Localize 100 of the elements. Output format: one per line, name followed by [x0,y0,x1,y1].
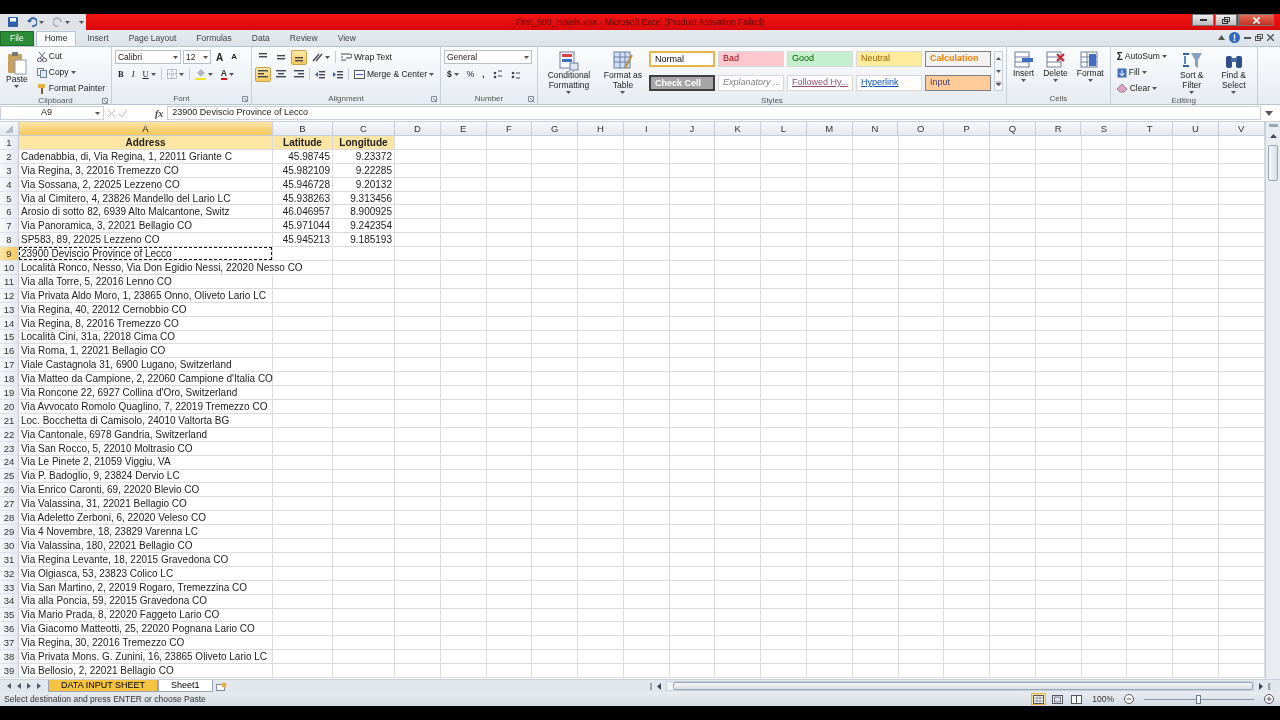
column-header[interactable]: O [898,122,945,136]
insert-function-button[interactable]: fx [155,105,164,121]
row-header[interactable]: 8 [0,233,19,248]
row-header[interactable]: 15 [0,330,19,345]
font-size-field[interactable]: 12 [182,50,211,64]
italic-button[interactable]: I [128,66,138,82]
cell-style-option[interactable]: Normal [648,51,715,67]
format-painter-button[interactable]: Format Painter [33,81,108,96]
undo-button[interactable] [24,14,47,30]
column-header[interactable]: F [486,122,533,136]
name-box[interactable]: A9 [0,106,104,120]
column-header[interactable]: D [395,122,441,136]
comma-button[interactable]: , [479,66,488,82]
bold-button[interactable]: B [114,66,127,82]
formula-field[interactable]: 23900 Deviscio Province of Lecco [167,106,1261,120]
column-header[interactable]: U [1173,122,1219,136]
scroll-left-button[interactable] [655,680,664,692]
column-header[interactable]: S [1081,122,1128,136]
column-header[interactable]: R [1035,122,1082,136]
scroll-right-button[interactable] [1257,680,1266,692]
ribbon-tab[interactable]: Home [35,31,77,46]
column-header[interactable]: A [19,122,273,136]
more-styles-button[interactable] [994,77,1002,90]
save-button[interactable] [5,14,21,30]
close-button[interactable] [1238,14,1274,26]
row-header[interactable]: 34 [0,594,19,609]
scroll-thumb[interactable] [673,682,1254,690]
autosum-button[interactable]: Σ AutoSum [1113,49,1170,64]
column-header[interactable]: V [1218,122,1265,136]
row-header[interactable]: 10 [0,261,19,275]
font-name-field[interactable]: Calibri [114,50,181,64]
grow-font-button[interactable]: A [212,49,227,65]
row-header[interactable]: 1 [0,136,19,150]
row-header[interactable]: 28 [0,511,19,525]
row-header[interactable]: 9 [0,247,19,261]
row-header[interactable]: 7 [0,219,19,234]
row-header[interactable]: 37 [0,636,19,650]
cell-style-option[interactable]: Hyperlink [855,74,922,91]
ribbon-tab[interactable]: File [0,31,34,46]
column-header[interactable]: I [623,122,670,136]
row-header[interactable]: 27 [0,497,19,512]
zoom-slider-thumb[interactable] [1196,694,1201,704]
column-header[interactable]: H [578,122,624,136]
row-header[interactable]: 36 [0,622,19,637]
row-header[interactable]: 17 [0,358,19,373]
column-header[interactable]: L [761,122,807,136]
cell-style-option[interactable]: Neutral [855,51,922,67]
number-format-field[interactable]: General [443,50,532,64]
zoom-out-button[interactable] [1122,693,1136,705]
row-header[interactable]: 6 [0,205,19,220]
format-as-table-button[interactable]: Format as Table [599,49,646,96]
zoom-level[interactable]: 100% [1092,692,1114,706]
left-align-button[interactable] [254,66,271,82]
column-header[interactable]: N [852,122,899,136]
column-header[interactable]: T [1127,122,1173,136]
percent-button[interactable]: % [463,66,478,82]
sort-filter-button[interactable]: Sort & Filter [1172,49,1211,96]
underline-button[interactable]: U [139,66,159,82]
delete-cells-button[interactable]: Delete [1040,49,1071,94]
clear-button[interactable]: Clear [1113,81,1170,96]
currency-button[interactable]: $ [443,66,462,82]
restore-button[interactable] [1215,14,1237,26]
ribbon-tab[interactable]: Page Layout [119,31,186,46]
ribbon-tab[interactable]: Data [242,31,279,46]
font-color-button[interactable]: A [217,66,237,82]
paste-button[interactable]: Paste [3,49,31,96]
zoom-in-button[interactable] [1262,693,1276,705]
minimize-button[interactable] [1192,14,1214,26]
merge-center-button[interactable]: Merge & Center [350,66,437,82]
ribbon-tab[interactable]: Review [280,31,327,46]
column-header[interactable]: M [806,122,853,136]
format-cells-button[interactable]: Format [1073,49,1107,94]
view-button[interactable] [1050,693,1066,705]
ribbon-tab[interactable]: Insert [78,31,118,46]
wrap-text-button[interactable]: Wrap Text [337,49,395,65]
find-select-button[interactable]: Find & Select [1213,49,1254,96]
column-header[interactable]: P [944,122,990,136]
cell-style-option[interactable]: Good [786,51,853,67]
view-button[interactable] [1031,693,1047,705]
fill-button[interactable]: Fill [1113,65,1170,80]
column-header[interactable]: J [669,122,716,136]
row-header[interactable]: 16 [0,344,19,359]
column-header[interactable]: G [532,122,579,136]
cut-button[interactable]: Cut [33,49,108,64]
row-header[interactable]: 26 [0,483,19,498]
cell-style-option[interactable]: Followed Hy... [786,74,853,91]
copy-button[interactable]: Copy [33,65,108,80]
ribbon-tab[interactable]: View [328,31,365,46]
row-header[interactable]: 19 [0,386,19,400]
insert-cells-button[interactable]: Insert [1009,49,1038,94]
row-header[interactable]: 18 [0,372,19,387]
view-button[interactable] [1069,693,1085,705]
row-header[interactable]: 25 [0,469,19,484]
row-header[interactable]: 24 [0,455,19,470]
bottom-align-button[interactable] [290,49,307,65]
column-header[interactable]: K [715,122,762,136]
conditional-formatting-button[interactable]: Conditional Formatting [540,49,597,96]
cell-style-option[interactable]: Bad [717,51,784,67]
sheet-tab[interactable]: DATA INPUT SHEET [48,680,158,692]
scroll-thumb[interactable] [1268,145,1278,181]
